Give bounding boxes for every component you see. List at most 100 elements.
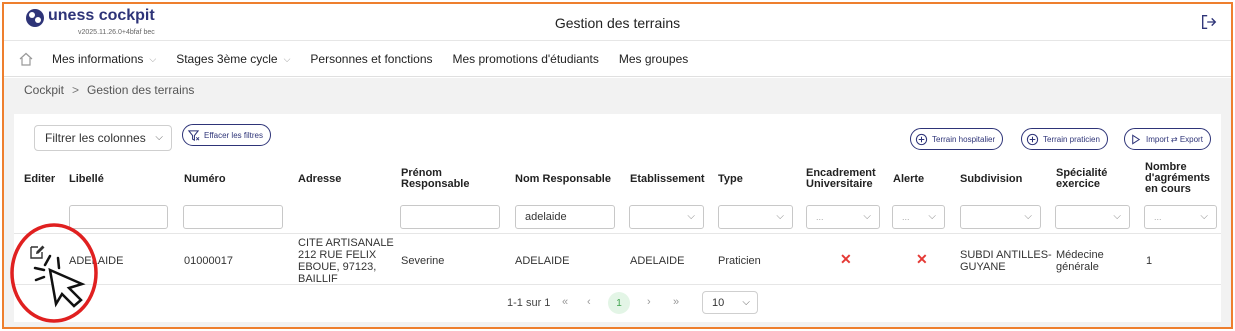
header-line: exercice: [1056, 178, 1101, 190]
filter-placeholder: ...: [816, 212, 824, 222]
terrain-praticien-button[interactable]: Terrain praticien: [1021, 128, 1108, 150]
breadcrumb-current: Gestion des terrains: [87, 83, 195, 97]
terrain-praticien-label: Terrain praticien: [1043, 134, 1100, 144]
click-annotation: [10, 223, 98, 323]
filter-placeholder: ...: [1154, 212, 1162, 222]
filter-prenom-input[interactable]: [400, 205, 500, 229]
filter-etablissement-select[interactable]: ⌵: [629, 205, 704, 229]
chevron-down-icon: ⌵: [155, 132, 163, 143]
column-header-encadrement[interactable]: Encadrement Universitaire: [806, 168, 876, 190]
filter-nom-responsable-input[interactable]: adelaide: [515, 205, 615, 229]
filter-subdivision-select[interactable]: ⌵: [960, 205, 1041, 229]
subdivision-line: SUBDI ANTILLES-: [960, 249, 1052, 261]
filter-specialite-select[interactable]: ⌵: [1055, 205, 1130, 229]
chevron-down-icon: ⌵: [1200, 211, 1208, 222]
main-nav: Mes informations ⌵ Stages 3ème cycle ⌵ P…: [4, 42, 1231, 77]
nav-item-stages[interactable]: Stages 3ème cycle ⌵: [176, 52, 290, 66]
cell-agrements: 1: [1146, 255, 1153, 267]
column-header-adresse[interactable]: Adresse: [298, 174, 341, 185]
cell-numero: 01000017: [184, 255, 233, 267]
filter-row: adelaide ⌵ ⌵ ... ⌵ ... ⌵ ⌵ ⌵ ... ⌵: [14, 205, 1221, 231]
filter-encadrement-select[interactable]: ... ⌵: [806, 205, 880, 229]
filter-clear-icon: [187, 129, 200, 141]
page-1-button[interactable]: 1: [608, 292, 630, 314]
specialite-line: générale: [1056, 261, 1099, 273]
logout-icon[interactable]: [1200, 13, 1218, 31]
filter-numero-input[interactable]: [183, 205, 283, 229]
clear-filters-label: Effacer les filtres: [204, 130, 263, 140]
chevron-down-icon: ⌵: [687, 211, 695, 222]
column-header-agrements[interactable]: Nombre d'agréments en cours: [1145, 162, 1210, 195]
address-line: EBOUE, 97123,: [298, 261, 377, 273]
nav-item-promotions[interactable]: Mes promotions d'étudiants: [453, 52, 599, 66]
last-page-button[interactable]: »: [673, 296, 679, 308]
import-export-label: Import ⇄ Export: [1146, 134, 1203, 144]
address-line: BAILLIF: [298, 273, 338, 285]
nav-item-label: Stages 3ème cycle: [176, 52, 278, 66]
terrains-table-card: Filtrer les colonnes ⌵ Effacer les filtr…: [14, 114, 1221, 322]
nav-item-label: Mes promotions d'étudiants: [452, 52, 599, 66]
first-page-button[interactable]: «: [562, 296, 568, 308]
play-icon: [1132, 133, 1141, 145]
column-header-editer[interactable]: Editer: [24, 174, 55, 185]
specialite-line: Médecine: [1056, 249, 1104, 261]
encadrement-no-icon: ✕: [840, 251, 852, 267]
address-line: CITE ARTISANALE: [298, 237, 394, 249]
terrain-hospitalier-button[interactable]: Terrain hospitalier: [910, 128, 1004, 150]
terrain-hospitalier-label: Terrain hospitalier: [932, 134, 996, 144]
content-area: Filtrer les colonnes ⌵ Effacer les filtr…: [4, 102, 1231, 327]
nav-item-label: Personnes et fonctions: [310, 52, 433, 66]
column-header-nom-responsable[interactable]: Nom Responsable: [515, 174, 611, 185]
header-line: en cours: [1145, 183, 1191, 195]
subdivision-line: GUYANE: [960, 261, 1006, 273]
column-header-specialite[interactable]: Spécialité exercice: [1056, 168, 1107, 190]
pagination: 1-1 sur 1 « ‹ 1 › » 10 ⌵: [14, 290, 1221, 316]
home-icon[interactable]: [18, 51, 34, 67]
nav-item-label: Mes informations: [52, 52, 144, 66]
column-header-alerte[interactable]: Alerte: [893, 174, 924, 185]
cell-etablissement: ADELAIDE: [630, 255, 685, 267]
chevron-down-icon: ⌵: [1024, 211, 1032, 222]
pagination-summary: 1-1 sur 1: [507, 297, 551, 309]
page-size-select[interactable]: 10 ⌵: [702, 291, 758, 314]
top-bar: uness cockpit v2025.11.26.0+4bfaf bec Ge…: [4, 4, 1231, 41]
filter-placeholder: ...: [902, 212, 910, 222]
filter-agrements-select[interactable]: ... ⌵: [1144, 205, 1217, 229]
table-row: ADELAIDE 01000017 CITE ARTISANALE 212 RU…: [14, 233, 1221, 285]
filter-value: adelaide: [525, 211, 567, 223]
chevron-down-icon: ⌵: [1113, 211, 1121, 222]
filter-columns-label: Filtrer les colonnes: [45, 131, 146, 145]
filter-type-select[interactable]: ⌵: [718, 205, 793, 229]
prev-page-button[interactable]: ‹: [587, 296, 591, 308]
cell-adresse: CITE ARTISANALE 212 RUE FELIX EBOUE, 971…: [298, 237, 394, 285]
next-page-button[interactable]: ›: [647, 296, 651, 308]
column-header-prenom[interactable]: Prénom Responsable: [401, 168, 469, 190]
app-window: uness cockpit v2025.11.26.0+4bfaf bec Ge…: [2, 2, 1233, 329]
import-export-button[interactable]: Import ⇄ Export: [1124, 128, 1211, 150]
page-title: Gestion des terrains: [554, 15, 681, 31]
nav-item-groupes[interactable]: Mes groupes: [619, 52, 688, 66]
column-header-numero[interactable]: Numéro: [184, 174, 226, 185]
table-header-row: Editer Libellé Numéro Adresse Prénom Res…: [14, 161, 1221, 211]
page-size-value: 10: [712, 296, 725, 309]
cell-type: Praticien: [718, 255, 761, 267]
breadcrumb-root[interactable]: Cockpit: [24, 83, 64, 97]
filter-columns-select[interactable]: Filtrer les colonnes ⌵: [34, 125, 172, 151]
chevron-down-icon: ⌵: [149, 53, 157, 64]
breadcrumb: Cockpit > Gestion des terrains: [4, 78, 1231, 102]
chevron-down-icon: ⌵: [283, 53, 291, 64]
nav-item-personnes[interactable]: Personnes et fonctions: [310, 52, 432, 66]
nav-item-label: Mes groupes: [618, 52, 689, 66]
header-line: Universitaire: [806, 178, 873, 190]
column-header-subdivision[interactable]: Subdivision: [960, 174, 1022, 185]
clear-filters-button[interactable]: Effacer les filtres: [182, 124, 271, 146]
address-line: 212 RUE FELIX: [298, 249, 377, 261]
cell-nom-responsable: ADELAIDE: [515, 255, 570, 267]
column-header-etablissement[interactable]: Etablissement: [630, 174, 705, 185]
filter-alerte-select[interactable]: ... ⌵: [892, 205, 945, 229]
nav-item-mes-informations[interactable]: Mes informations ⌵: [52, 52, 156, 66]
cell-prenom: Severine: [401, 255, 445, 267]
cursor-click-icon: [33, 254, 86, 308]
column-header-libelle[interactable]: Libellé: [69, 174, 104, 185]
column-header-type[interactable]: Type: [718, 174, 743, 185]
